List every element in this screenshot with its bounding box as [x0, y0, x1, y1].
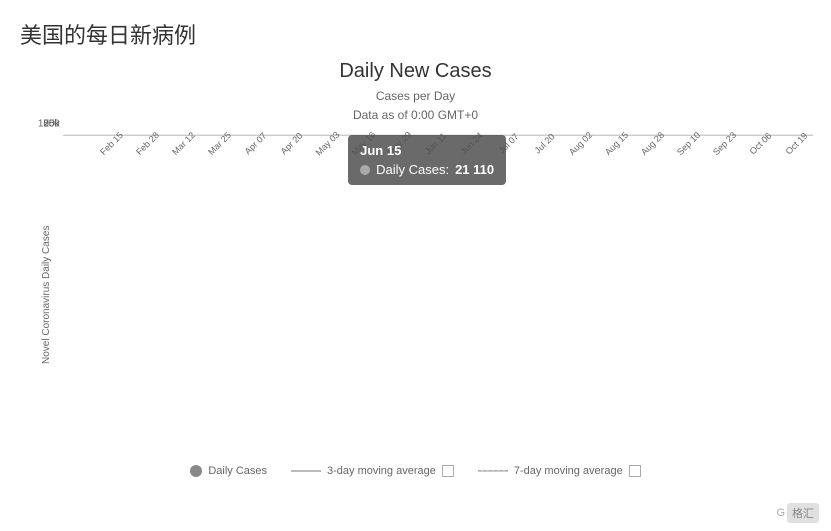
watermark-text: 格汇 — [787, 503, 819, 523]
chart-title: Daily New Cases — [339, 60, 491, 83]
watermark: G 格汇 — [776, 503, 819, 523]
legend-daily-cases: Daily Cases — [190, 465, 267, 477]
legend-checkbox-7day[interactable] — [629, 465, 641, 477]
legend-line-7day — [478, 470, 508, 472]
legend-checkbox-3day[interactable] — [442, 465, 454, 477]
chart-subtitle: Cases per Day Data as of 0:00 GMT+0 — [353, 87, 478, 125]
page-title: 美国的每日新病例 — [0, 0, 831, 60]
tooltip-label: Daily Cases: — [376, 162, 449, 177]
legend-line-3day — [291, 470, 321, 472]
chart-legend: Daily Cases 3-day moving average 7-day m… — [190, 465, 640, 477]
y-axis-label: Novel Coronavirus Daily Cases — [41, 135, 59, 455]
legend-dot-daily — [190, 465, 202, 477]
legend-3day: 3-day moving average — [291, 465, 454, 477]
legend-7day: 7-day moving average — [478, 465, 641, 477]
tooltip-dot — [360, 165, 370, 175]
legend-label-3day: 3-day moving average — [327, 465, 436, 477]
legend-label-daily: Daily Cases — [208, 465, 267, 477]
legend-label-7day: 7-day moving average — [514, 465, 623, 477]
y-tick-100k: 100k — [38, 119, 60, 130]
tooltip-value: 21 110 — [455, 162, 494, 177]
